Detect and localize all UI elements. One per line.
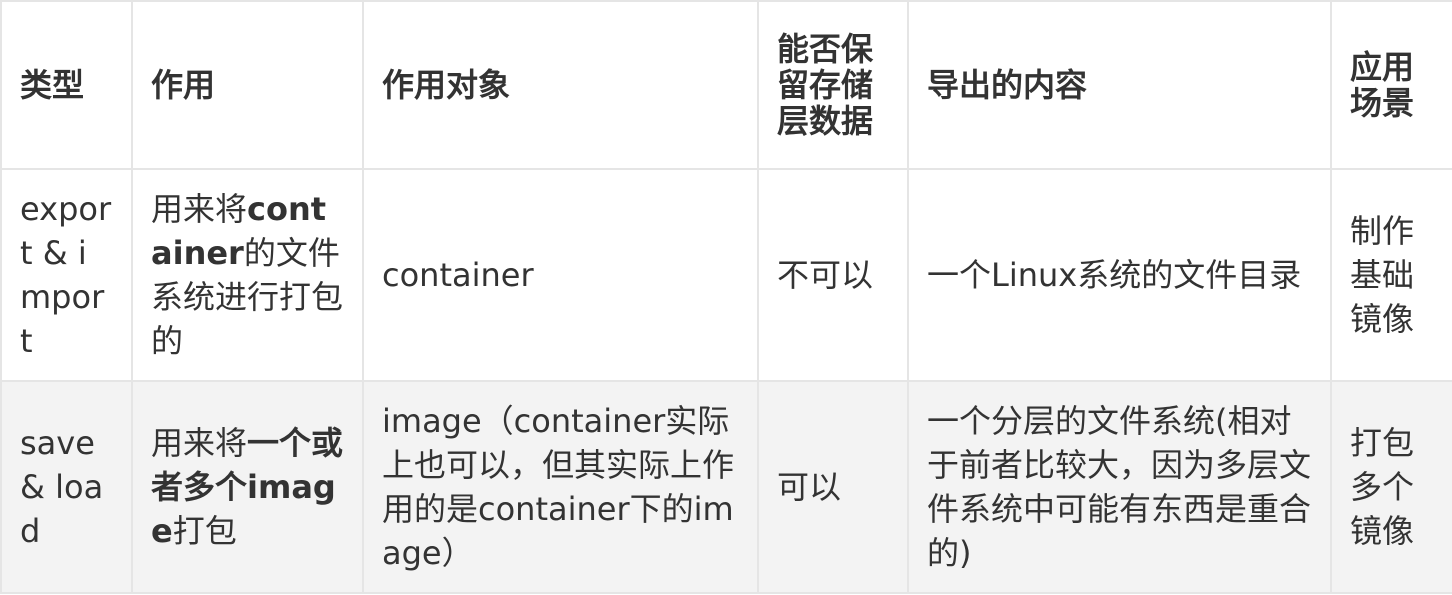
cell-export-content: 一个分层的文件系统(相对于前者比较大，因为多层文件系统中可能有东西是重合的) xyxy=(907,380,1332,594)
header-purpose: 作用 xyxy=(131,0,364,170)
cell-target: image（container实际上也可以，但其实际上作用的是container… xyxy=(362,380,759,594)
cell-use-case: 制作基础镜像 xyxy=(1330,168,1452,382)
header-use-case: 应用场景 xyxy=(1330,0,1452,170)
table-row: save & load 用来将一个或者多个image打包 image（conta… xyxy=(0,380,1452,594)
header-export-content: 导出的内容 xyxy=(907,0,1332,170)
purpose-text: 用来将 xyxy=(151,424,248,462)
cell-export-content: 一个Linux系统的文件目录 xyxy=(907,168,1332,382)
purpose-text: 用来将 xyxy=(151,190,248,228)
table-row: export & import 用来将container的文件系统进行打包的 c… xyxy=(0,168,1452,382)
purpose-text: 打包 xyxy=(172,512,237,550)
cell-purpose: 用来将container的文件系统进行打包的 xyxy=(131,168,364,382)
cell-keeps-layers: 可以 xyxy=(757,380,909,594)
cell-purpose: 用来将一个或者多个image打包 xyxy=(131,380,364,594)
header-keeps-layers: 能否保留存储层数据 xyxy=(757,0,909,170)
comparison-table: 类型 作用 作用对象 能否保留存储层数据 导出的内容 应用场景 export &… xyxy=(0,0,1452,594)
cell-type: save & load xyxy=(0,380,133,594)
cell-target: container xyxy=(362,168,759,382)
header-target: 作用对象 xyxy=(362,0,759,170)
table-header-row: 类型 作用 作用对象 能否保留存储层数据 导出的内容 应用场景 xyxy=(0,0,1452,170)
header-type: 类型 xyxy=(0,0,133,170)
cell-keeps-layers: 不可以 xyxy=(757,168,909,382)
cell-use-case: 打包多个镜像 xyxy=(1330,380,1452,594)
cell-type: export & import xyxy=(0,168,133,382)
